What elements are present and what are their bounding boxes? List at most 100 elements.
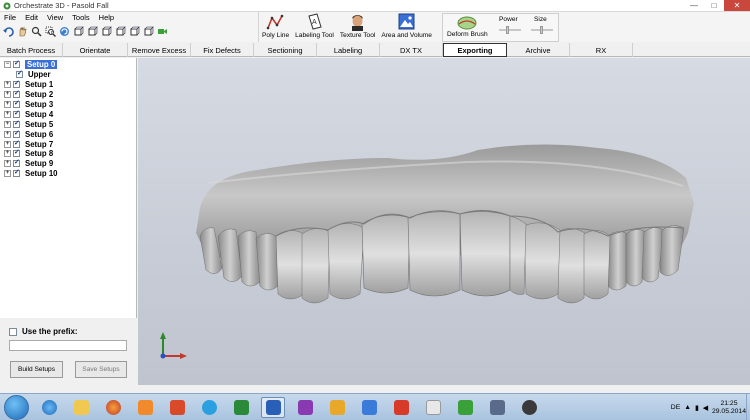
expand-icon[interactable]: + xyxy=(4,110,11,118)
tab-sectioning[interactable]: Sectioning xyxy=(254,43,317,57)
maximize-button[interactable]: □ xyxy=(704,0,724,11)
tab-dx-tx[interactable]: DX TX xyxy=(380,43,443,57)
clock[interactable]: 21:25 29.05.2014 xyxy=(712,400,746,416)
poly-line-button[interactable]: Poly Line xyxy=(259,12,292,39)
tree-item-setup-6[interactable]: +Setup 6 xyxy=(4,129,58,139)
save-setups-button[interactable]: Save Setups xyxy=(75,361,127,378)
setup-checkbox[interactable] xyxy=(13,59,20,69)
explorer-folder-icon[interactable] xyxy=(69,397,93,418)
dental-app-icon[interactable] xyxy=(421,397,445,418)
tree-item-setup-1[interactable]: +Setup 1 xyxy=(4,79,58,90)
tab-orientate[interactable]: Orientate xyxy=(63,43,128,57)
camera-icon[interactable] xyxy=(157,26,168,37)
labeling-tool-button[interactable]: A Labeling Tool xyxy=(292,12,337,39)
outlook-icon[interactable] xyxy=(325,397,349,418)
zoom-region-icon[interactable] xyxy=(45,26,56,37)
power-slider-thumb[interactable] xyxy=(506,26,509,34)
tab-remove-excess[interactable]: Remove Excess xyxy=(128,43,191,57)
expand-icon[interactable]: + xyxy=(4,130,11,138)
setup-checkbox[interactable] xyxy=(13,109,20,118)
size-slider[interactable] xyxy=(531,26,553,34)
tab-labeling[interactable]: Labeling xyxy=(317,43,380,57)
setup-checkbox[interactable] xyxy=(13,119,20,128)
menu-file[interactable]: File xyxy=(4,13,16,22)
area-volume-button[interactable]: Area and Volume xyxy=(378,12,435,39)
setup-checkbox[interactable] xyxy=(13,129,20,138)
setup-checkbox[interactable] xyxy=(13,139,20,148)
expand-icon[interactable]: + xyxy=(4,150,11,158)
language-indicator[interactable]: DE xyxy=(671,404,680,411)
windows-app-icon[interactable] xyxy=(357,397,381,418)
tree-item-setup-2[interactable]: +Setup 2 xyxy=(4,89,58,100)
view-cube-5-icon[interactable] xyxy=(129,26,140,37)
zoom-icon[interactable] xyxy=(31,26,42,37)
tab-rx[interactable]: RX xyxy=(570,43,633,57)
texture-tool-button[interactable]: Texture Tool xyxy=(337,12,378,39)
expand-icon[interactable]: + xyxy=(4,140,11,148)
setup-checkbox[interactable] xyxy=(13,79,20,89)
show-desktop-button[interactable] xyxy=(746,394,750,420)
word-icon[interactable] xyxy=(261,397,285,418)
view-cube-6-icon[interactable] xyxy=(143,26,154,37)
tree-item-setup-0[interactable]: − Setup 0 xyxy=(4,59,58,70)
view-cube-1-icon[interactable] xyxy=(73,26,84,37)
expand-icon[interactable]: + xyxy=(4,170,11,178)
tab-fix-defects[interactable]: Fix Defects xyxy=(191,43,254,57)
powerpoint-icon[interactable] xyxy=(165,397,189,418)
tree-item-setup-8[interactable]: +Setup 8 xyxy=(4,148,58,159)
volume-icon[interactable]: ◀ xyxy=(703,404,708,412)
expand-icon[interactable]: + xyxy=(4,120,11,128)
pen-app-icon[interactable] xyxy=(485,397,509,418)
start-button[interactable] xyxy=(4,395,29,420)
use-prefix-checkbox[interactable] xyxy=(9,327,17,336)
qt-app-icon[interactable] xyxy=(453,397,477,418)
prefix-input[interactable] xyxy=(9,340,127,351)
excel-icon[interactable] xyxy=(229,397,253,418)
menu-view[interactable]: View xyxy=(47,13,63,22)
skype-icon[interactable] xyxy=(197,397,221,418)
onenote-icon[interactable] xyxy=(293,397,317,418)
setup-checkbox[interactable] xyxy=(13,168,20,178)
tree-item-upper[interactable]: Upper xyxy=(4,69,58,80)
network-icon[interactable]: ▮ xyxy=(695,404,699,412)
size-slider-thumb[interactable] xyxy=(540,26,543,34)
build-setups-button[interactable]: Build Setups xyxy=(10,361,63,378)
tree-item-setup-5[interactable]: +Setup 5 xyxy=(4,119,58,129)
collapse-icon[interactable]: − xyxy=(4,61,11,69)
3d-viewport[interactable] xyxy=(138,58,750,385)
view-cube-4-icon[interactable] xyxy=(115,26,126,37)
tab-batch-process[interactable]: Batch Process xyxy=(0,43,63,57)
tab-archive[interactable]: Archive xyxy=(507,43,570,57)
expand-icon[interactable]: + xyxy=(4,81,11,89)
pdf-icon[interactable] xyxy=(389,397,413,418)
tree-item-setup-7[interactable]: +Setup 7 xyxy=(4,139,58,149)
expand-icon[interactable]: + xyxy=(4,91,11,99)
media-player-icon[interactable] xyxy=(133,397,157,418)
tree-item-setup-9[interactable]: +Setup 9 xyxy=(4,158,58,169)
orchestrate-icon[interactable] xyxy=(517,397,541,418)
close-button[interactable]: ✕ xyxy=(724,0,750,11)
tree-item-setup-4[interactable]: +Setup 4 xyxy=(4,109,58,119)
view-cube-3-icon[interactable] xyxy=(101,26,112,37)
expand-icon[interactable]: + xyxy=(4,101,11,108)
expand-icon[interactable]: + xyxy=(4,160,11,168)
tree-item-setup-3[interactable]: +Setup 3 xyxy=(4,99,58,110)
view-cube-2-icon[interactable] xyxy=(87,26,98,37)
upper-checkbox[interactable] xyxy=(16,69,23,79)
undo-icon[interactable] xyxy=(3,26,14,37)
menu-tools[interactable]: Tools xyxy=(72,13,90,22)
minimize-button[interactable]: — xyxy=(684,0,704,11)
setup-checkbox[interactable] xyxy=(13,148,20,158)
setup-checkbox[interactable] xyxy=(13,99,20,108)
setup-checkbox[interactable] xyxy=(13,89,20,99)
menu-edit[interactable]: Edit xyxy=(25,13,38,22)
menu-help[interactable]: Help xyxy=(99,13,114,22)
deform-brush-button[interactable]: Deform Brush xyxy=(447,15,488,38)
tab-exporting[interactable]: Exporting xyxy=(443,43,507,57)
rotate-icon[interactable] xyxy=(59,26,70,37)
tray-arrow-icon[interactable]: ▲ xyxy=(684,404,691,411)
power-slider[interactable] xyxy=(499,26,521,34)
setup-checkbox[interactable] xyxy=(13,158,20,168)
tree-item-setup-10[interactable]: +Setup 10 xyxy=(4,168,58,179)
hand-icon[interactable] xyxy=(17,26,28,37)
